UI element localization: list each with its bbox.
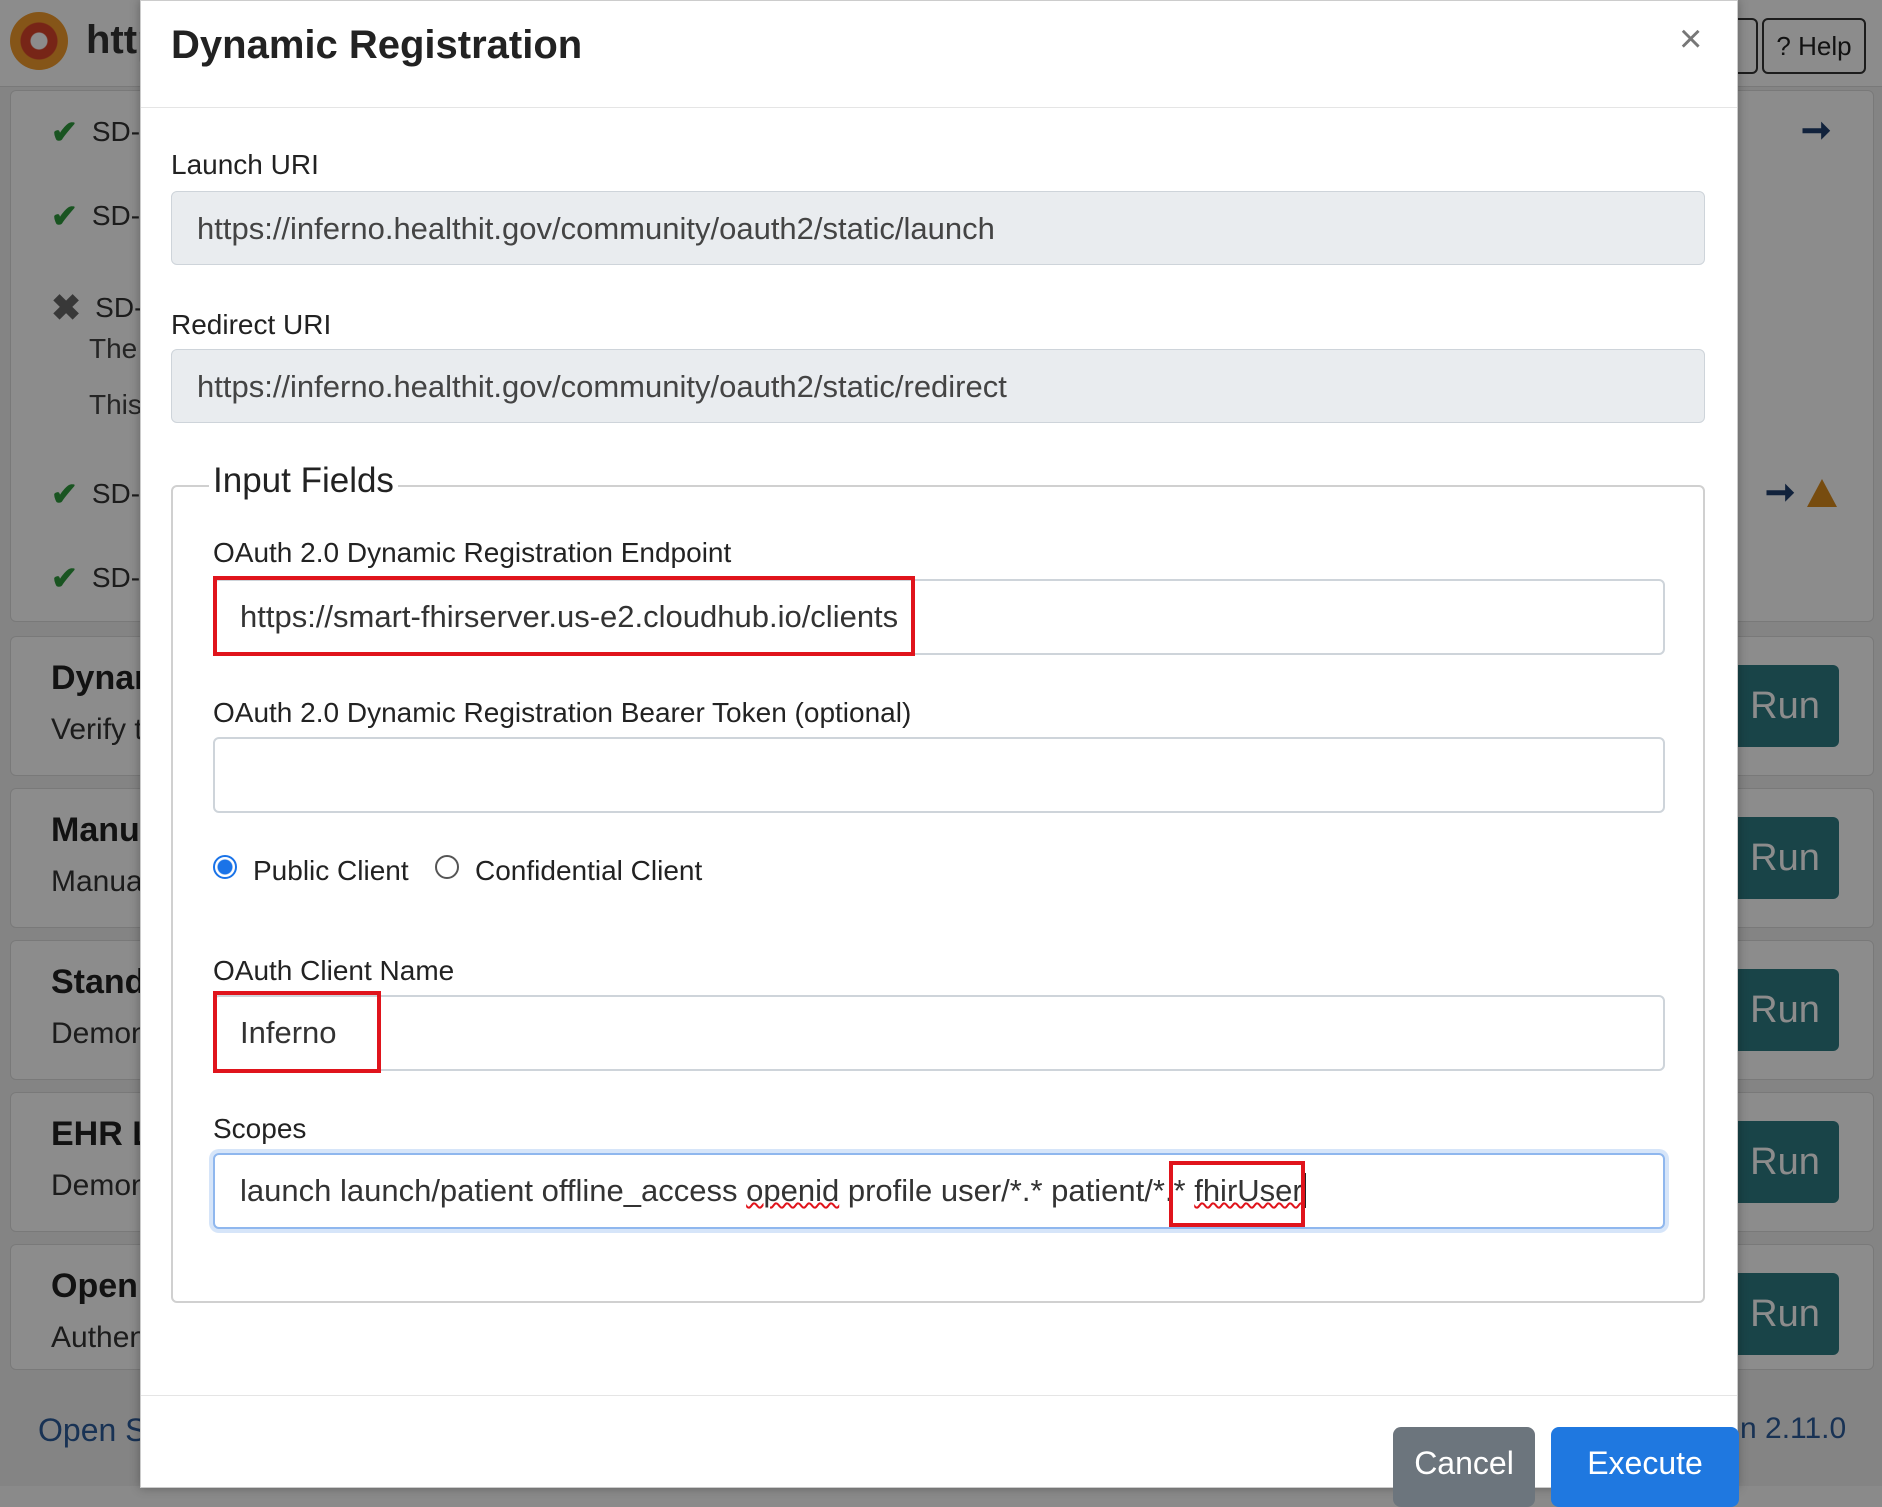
public-client-label[interactable]: Public Client	[253, 855, 409, 887]
launch-uri-field: https://inferno.healthit.gov/community/o…	[171, 191, 1705, 265]
close-icon[interactable]: ×	[1679, 17, 1702, 62]
confidential-client-label[interactable]: Confidential Client	[475, 855, 702, 887]
scopes-label: Scopes	[213, 1113, 307, 1144]
scopes-text: profile user/*.* patient/*.*	[839, 1173, 1195, 1208]
scopes-text-misspelled: openid	[746, 1173, 840, 1208]
modal-title: Dynamic Registration	[171, 23, 583, 67]
dynamic-registration-modal: Dynamic Registration × Launch URI https:…	[140, 0, 1739, 1507]
scopes-input[interactable]: launch launch/patient offline_access ope…	[213, 1153, 1665, 1229]
redirect-uri-label: Redirect URI	[171, 309, 332, 340]
client-name-input[interactable]: Inferno	[213, 995, 1665, 1071]
client-name-label: OAuth Client Name	[213, 955, 455, 986]
public-client-radio[interactable]	[213, 855, 237, 879]
modal-header: Dynamic Registration ×	[141, 1, 1737, 108]
input-fields-legend: Input Fields	[209, 461, 398, 501]
endpoint-label: OAuth 2.0 Dynamic Registration Endpoint	[213, 537, 732, 568]
highlight-box	[213, 576, 915, 656]
cancel-button[interactable]: Cancel	[1393, 1427, 1535, 1507]
bearer-token-label: OAuth 2.0 Dynamic Registration Bearer To…	[213, 697, 912, 728]
highlight-box	[1169, 1161, 1305, 1227]
launch-uri-label: Launch URI	[171, 149, 319, 180]
execute-button[interactable]: Execute	[1551, 1427, 1739, 1507]
bearer-token-input[interactable]	[213, 737, 1665, 813]
redirect-uri-field: https://inferno.healthit.gov/community/o…	[171, 349, 1705, 423]
confidential-client-radio[interactable]	[435, 855, 459, 879]
highlight-box	[213, 991, 381, 1073]
scopes-text: launch launch/patient offline_access	[240, 1173, 747, 1208]
